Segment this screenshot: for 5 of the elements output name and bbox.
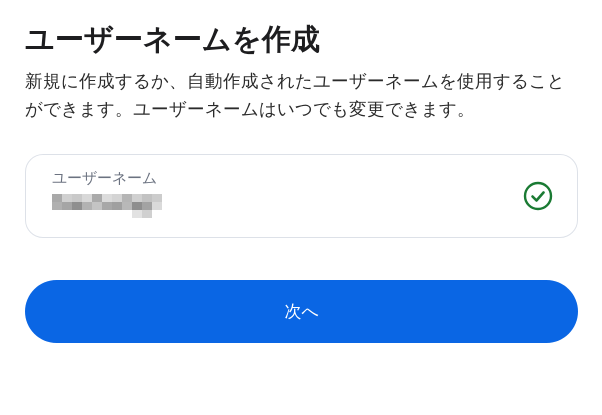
next-button[interactable]: 次へ: [25, 280, 578, 343]
page-title: ユーザーネームを作成: [25, 21, 321, 58]
field-label: ユーザーネーム: [52, 168, 158, 188]
description-text: 新規に作成するか、自動作成されたユーザーネームを使用することができます。ユーザーネームはいつでも変更できます。: [25, 71, 566, 122]
username-field[interactable]: ユーザーネーム: [25, 154, 578, 238]
